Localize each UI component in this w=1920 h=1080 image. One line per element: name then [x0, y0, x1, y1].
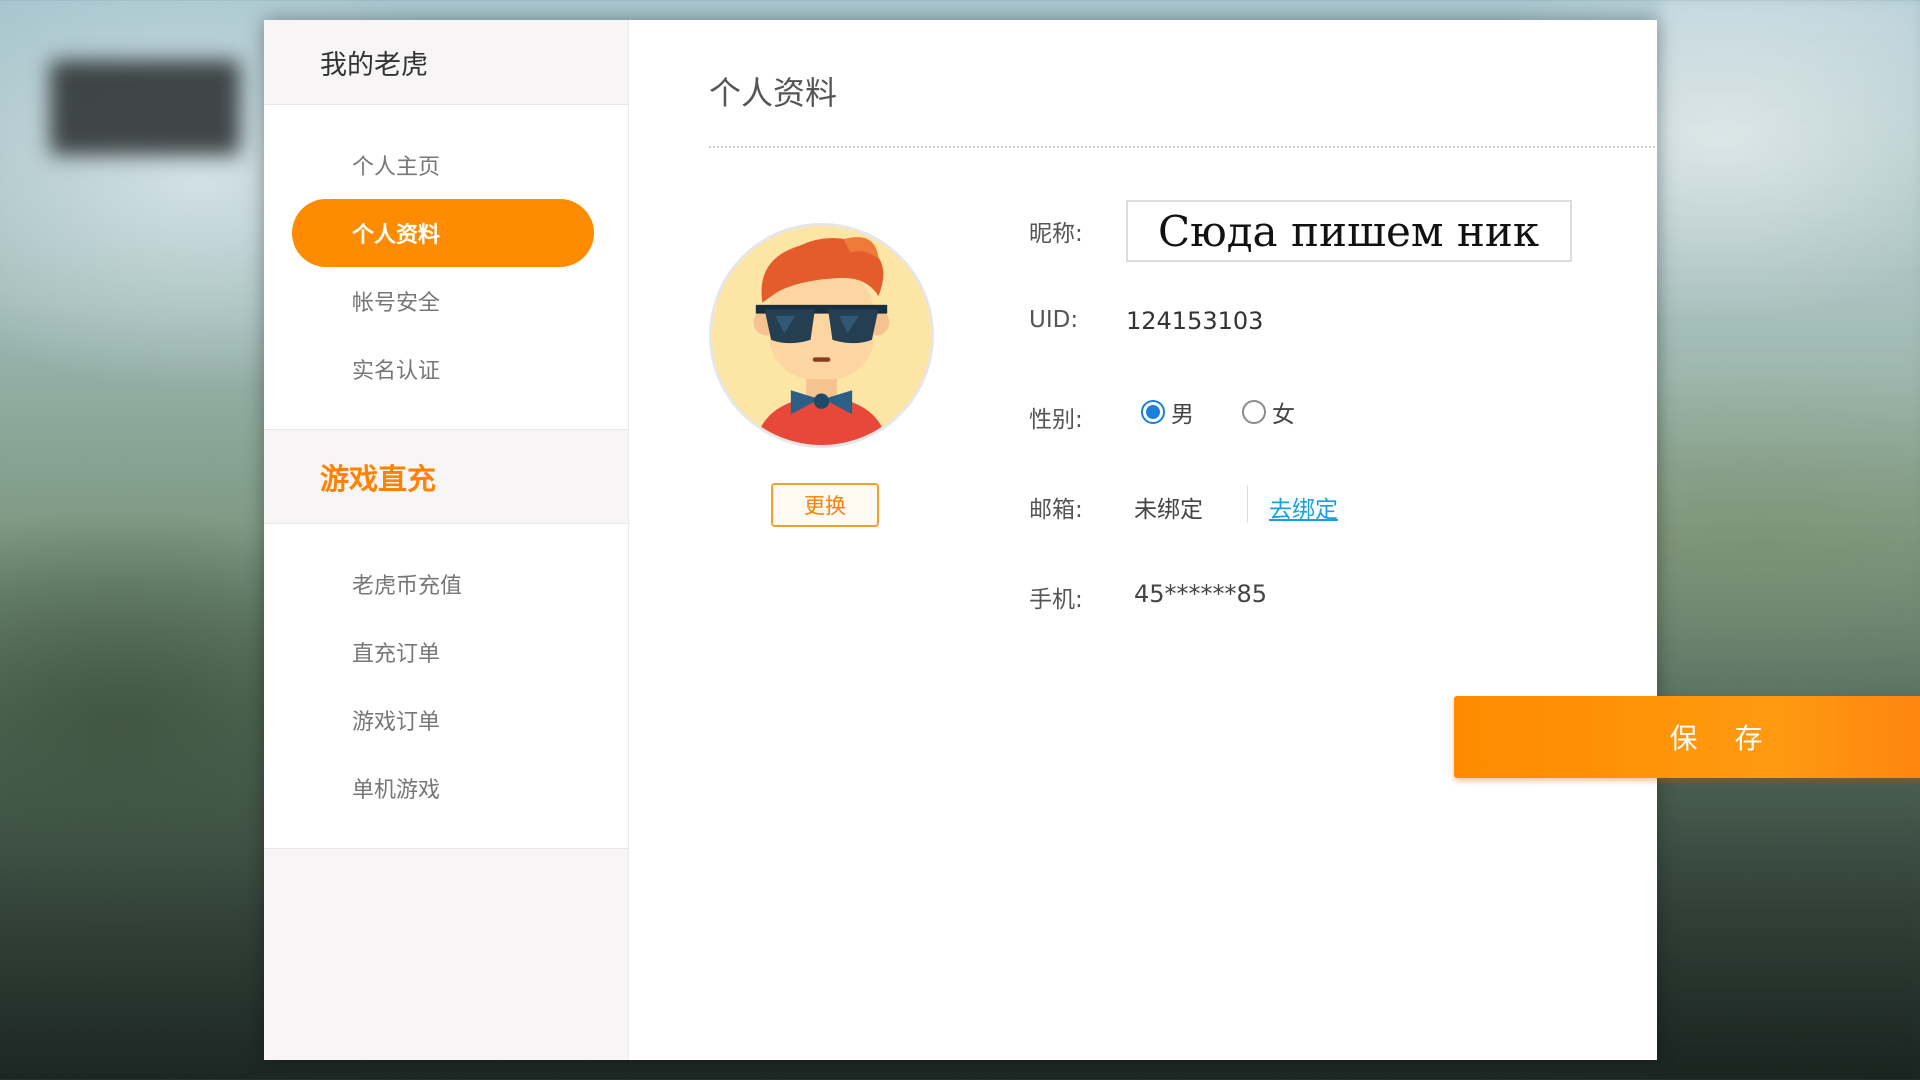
sidebar: 我的老虎 个人主页 个人资料 帐号安全 实名认证 游戏直充 老虎币充值 直充订单… — [264, 20, 629, 1060]
email-status: 未绑定 — [1134, 497, 1203, 523]
phone-label: 手机: — [1029, 587, 1083, 613]
radio-female[interactable] — [1242, 400, 1266, 424]
background-fog — [1660, 0, 1920, 1080]
avatar-illustration-icon — [712, 226, 931, 445]
gender-option-female[interactable]: 女 — [1242, 395, 1295, 429]
page-title: 个人资料 — [709, 74, 838, 112]
sidebar-item-single-player-games[interactable]: 单机游戏 — [292, 754, 594, 822]
change-avatar-button[interactable]: 更换 — [771, 483, 879, 527]
sidebar-section-account: 个人主页 个人资料 帐号安全 实名认证 — [264, 105, 628, 430]
gender-radio-group: 男 女 — [1141, 395, 1343, 429]
background-blur-shape — [50, 60, 240, 155]
sidebar-section-title-game-recharge: 游戏直充 — [264, 430, 628, 524]
phone-value: 45******85 — [1134, 580, 1268, 608]
profile-card: 我的老虎 个人主页 个人资料 帐号安全 实名认证 游戏直充 老虎币充值 直充订单… — [264, 20, 1920, 1060]
sidebar-section-title-my-tiger: 我的老虎 — [264, 20, 628, 105]
save-button[interactable]: 保 存 — [1454, 696, 1920, 778]
sidebar-item-real-name-auth[interactable]: 实名认证 — [292, 335, 594, 403]
title-divider — [709, 146, 1655, 148]
gender-label: 性别: — [1029, 407, 1083, 433]
sidebar-item-profile[interactable]: 个人资料 — [292, 199, 594, 267]
sidebar-item-game-orders[interactable]: 游戏订单 — [292, 686, 594, 754]
email-divider — [1247, 485, 1248, 523]
sidebar-section-recharge: 老虎币充值 直充订单 游戏订单 单机游戏 — [264, 524, 628, 849]
bind-email-link[interactable]: 去绑定 — [1269, 490, 1338, 524]
gender-female-label: 女 — [1272, 402, 1295, 428]
sidebar-item-account-security[interactable]: 帐号安全 — [292, 267, 594, 335]
email-label: 邮箱: — [1029, 497, 1083, 523]
gender-option-male[interactable]: 男 — [1141, 395, 1194, 429]
sidebar-item-homepage[interactable]: 个人主页 — [292, 131, 594, 199]
uid-label: UID: — [1029, 307, 1079, 333]
main-content: 个人资料 更换 昵称: Сюда пишем ник UID: 12415310… — [629, 20, 1920, 1060]
sidebar-item-recharge-orders[interactable]: 直充订单 — [292, 618, 594, 686]
nickname-input[interactable] — [1126, 200, 1572, 262]
nickname-label: 昵称: — [1029, 221, 1083, 247]
gender-male-label: 男 — [1171, 402, 1194, 428]
uid-value: 124153103 — [1126, 307, 1264, 335]
sidebar-item-coin-recharge[interactable]: 老虎币充值 — [292, 550, 594, 618]
avatar — [709, 223, 934, 448]
radio-male[interactable] — [1141, 400, 1165, 424]
